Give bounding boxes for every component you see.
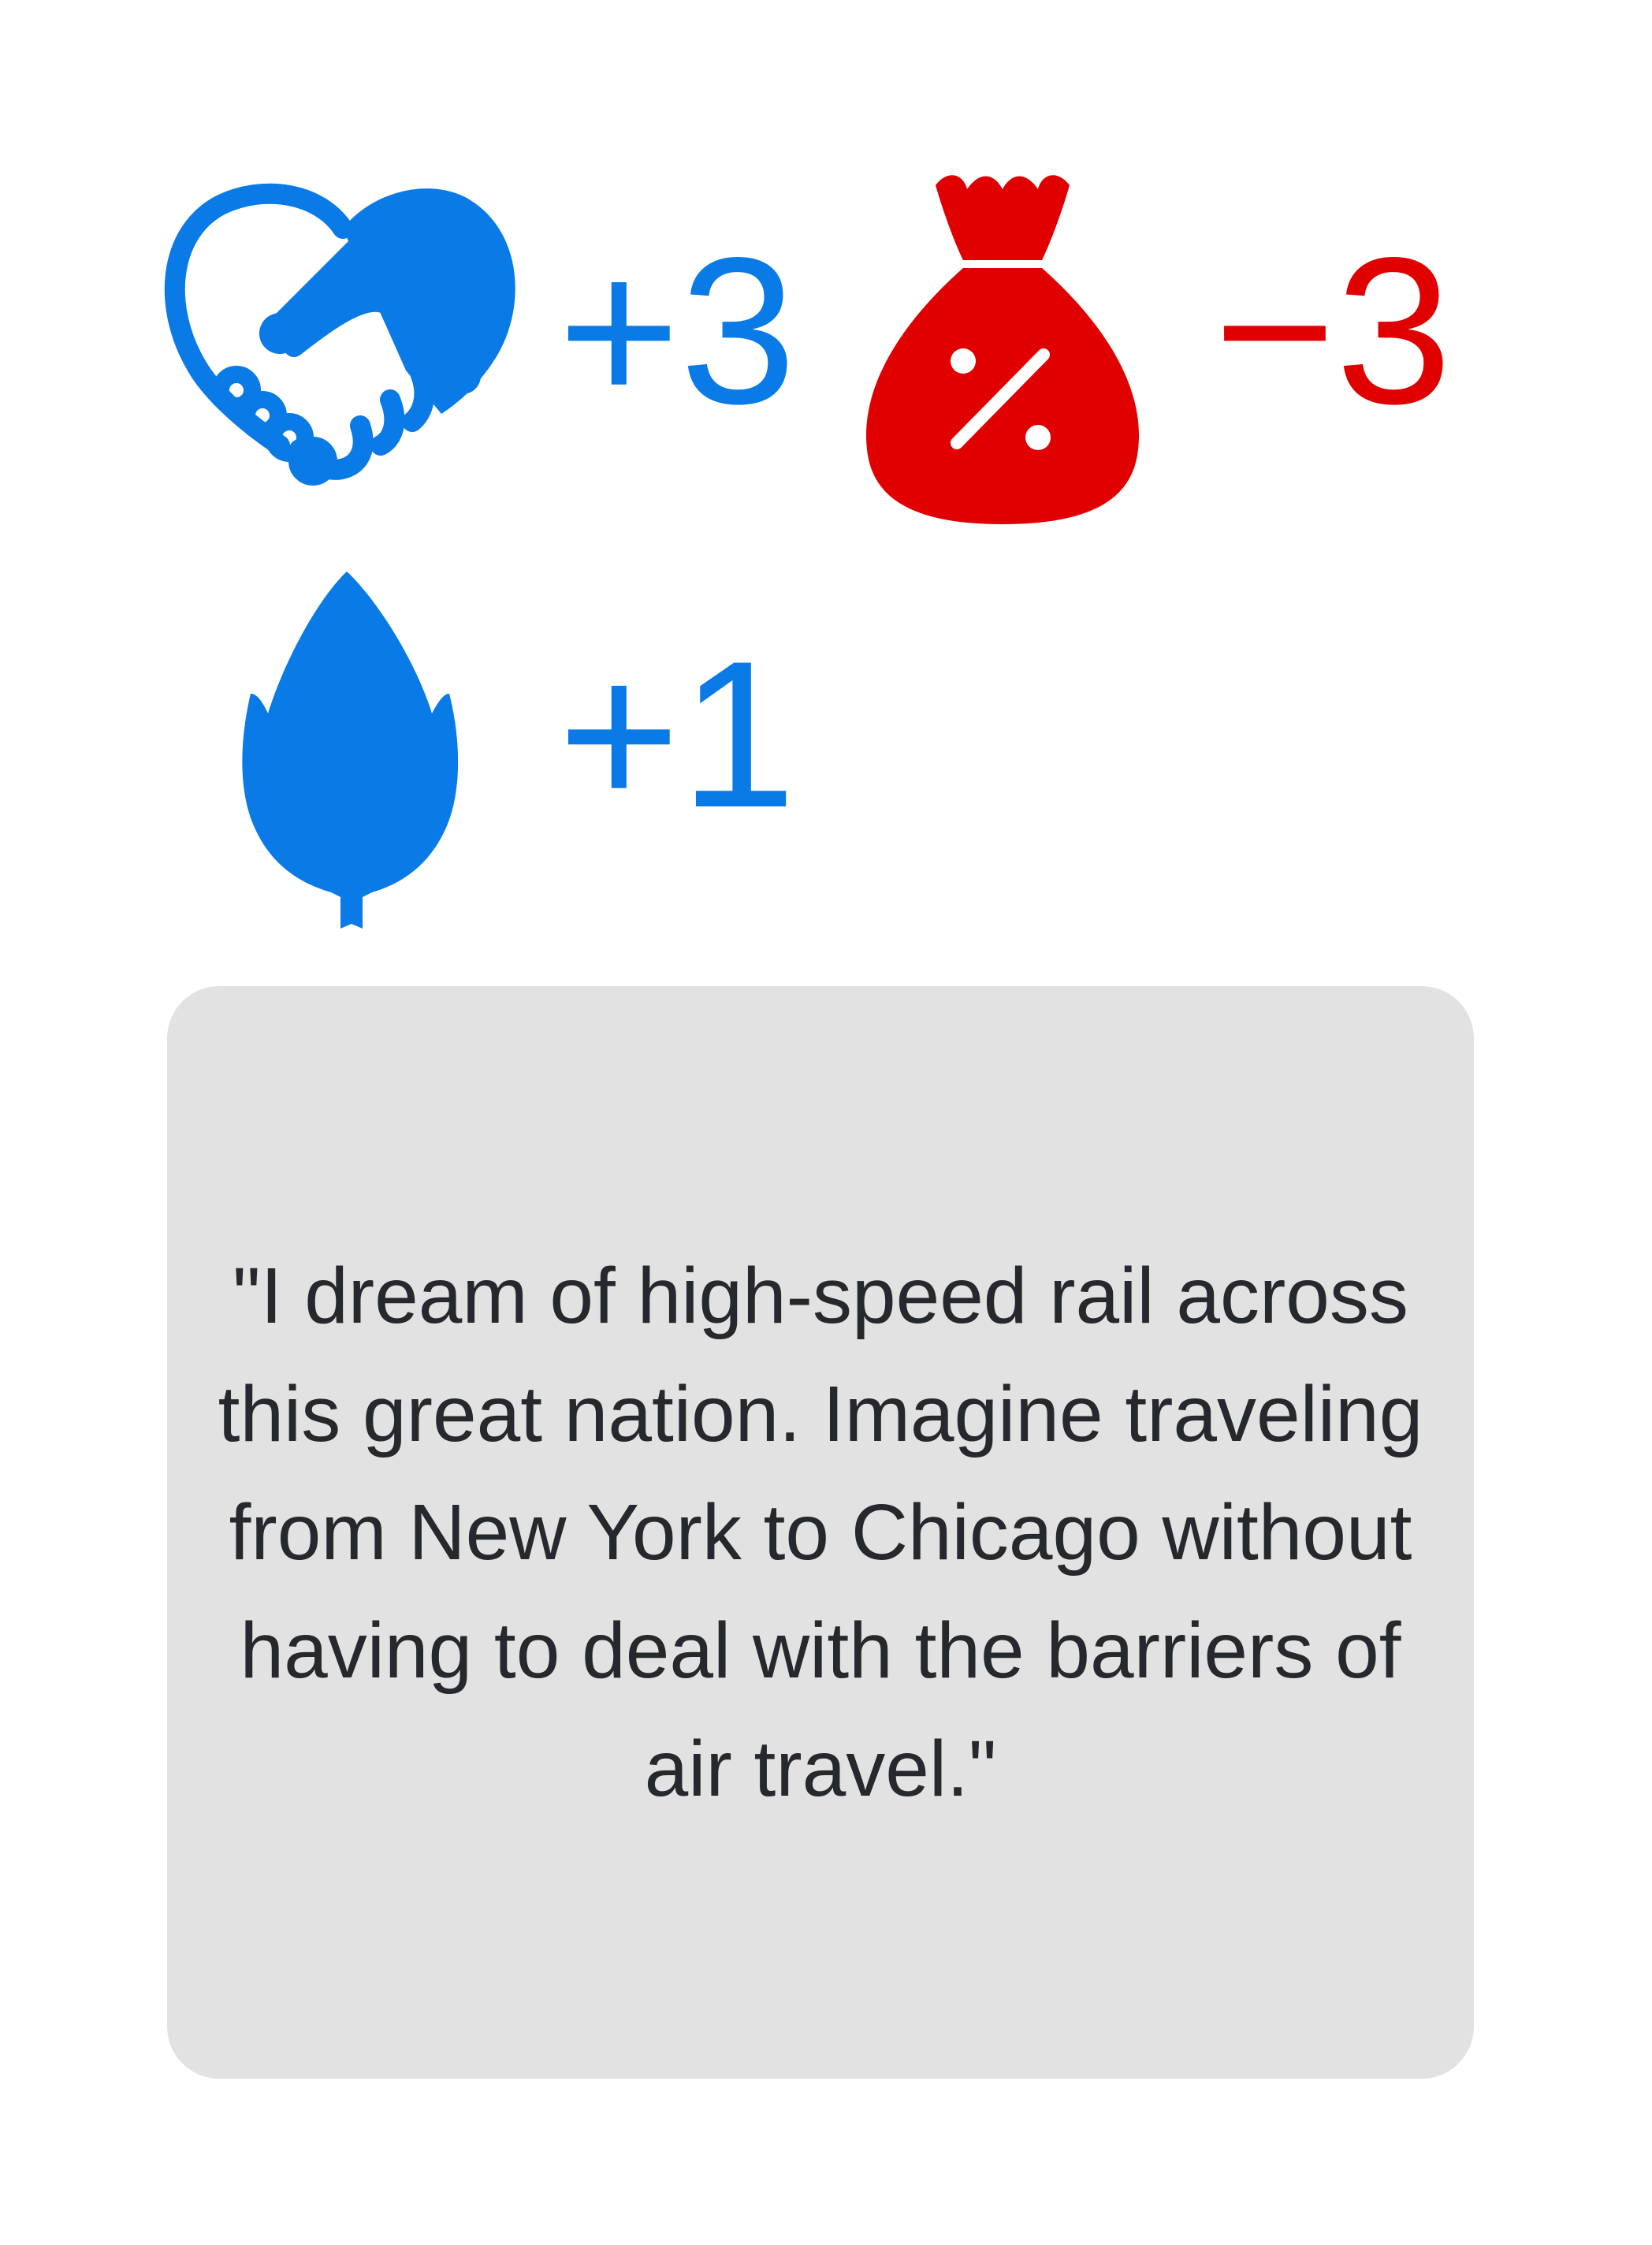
cost-score: −3 — [1214, 214, 1453, 448]
money-bag-percent-icon — [866, 175, 1139, 524]
quote-text: "I dream of high-speed rail across this … — [218, 1252, 1423, 1813]
quote-card: "I dream of high-speed rail across this … — [167, 986, 1474, 2079]
relationships-score: +3 — [558, 214, 797, 448]
handshake-heart-icon — [164, 183, 515, 486]
leaf-icon — [242, 571, 459, 929]
environment-score: +1 — [558, 618, 797, 851]
